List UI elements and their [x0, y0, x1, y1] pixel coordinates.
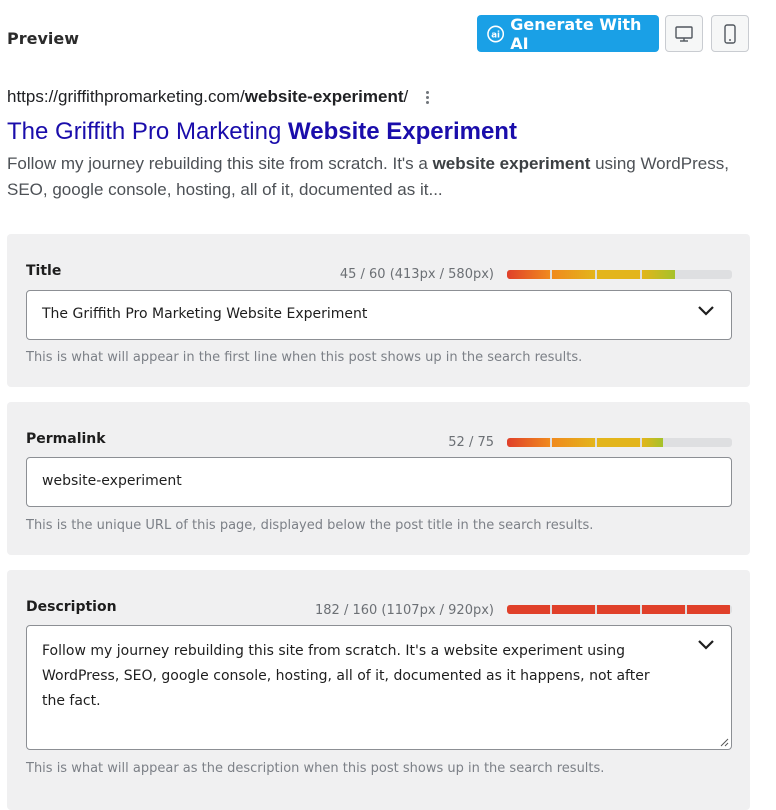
search-result-preview: https://griffithpromarketing.com/website… [7, 86, 767, 203]
desktop-icon [675, 25, 693, 42]
chevron-down-icon[interactable] [697, 638, 715, 650]
title-meter-segment [642, 270, 675, 279]
svg-text:ai: ai [491, 30, 500, 40]
permalink-input[interactable]: website-experiment [26, 457, 732, 507]
serp-url-base: https://griffithpromarketing.com/ [7, 87, 245, 106]
title-field-panel: Title 45 / 60 (413px / 580px) The Griffi… [7, 234, 750, 387]
permalink-length-meter [507, 438, 732, 447]
description-meter-segment [552, 605, 595, 614]
title-input[interactable]: The Griffith Pro Marketing Website Exper… [26, 290, 732, 340]
serp-desc-before: Follow my journey rebuilding this site f… [7, 154, 433, 173]
permalink-meter-segment [552, 438, 595, 447]
description-field-panel: Description 182 / 160 (1107px / 920px) F… [7, 570, 750, 810]
resize-handle-icon[interactable] [720, 738, 729, 747]
title-length-meter [507, 270, 732, 279]
description-label: Description [26, 599, 117, 615]
permalink-counter: 52 / 75 [448, 435, 494, 450]
serp-url-slug: website-experiment [244, 87, 404, 106]
preview-heading: Preview [7, 29, 80, 48]
description-meter-segment [597, 605, 640, 614]
title-counter: 45 / 60 (413px / 580px) [339, 267, 494, 282]
permalink-meter-segment [642, 438, 663, 447]
mobile-preview-button[interactable] [711, 15, 749, 52]
title-meter-segment [677, 270, 720, 279]
description-counter: 182 / 160 (1107px / 920px) [315, 603, 494, 618]
title-meter-segment [507, 270, 550, 279]
title-meter-segment [597, 270, 640, 279]
title-input-value: The Griffith Pro Marketing Website Exper… [42, 306, 368, 322]
permalink-field-panel: Permalink 52 / 75 website-experiment Thi… [7, 402, 750, 555]
permalink-meter-segment [665, 438, 708, 447]
mobile-icon [724, 23, 736, 44]
more-vertical-icon[interactable] [426, 90, 430, 104]
description-meter-segment [642, 605, 685, 614]
description-help-text: This is what will appear as the descript… [26, 761, 605, 776]
generate-button-label: Generate With AI [510, 14, 642, 53]
title-meter-segment [552, 270, 595, 279]
permalink-meter-segment [597, 438, 640, 447]
permalink-label: Permalink [26, 431, 106, 447]
title-help-text: This is what will appear in the first li… [26, 350, 583, 365]
desktop-preview-button[interactable] [665, 15, 703, 52]
description-textarea[interactable]: Follow my journey rebuilding this site f… [26, 625, 732, 750]
serp-title-bold: Website Experiment [288, 118, 517, 145]
title-label: Title [26, 263, 62, 279]
serp-url: https://griffithpromarketing.com/website… [7, 86, 767, 108]
generate-with-ai-button[interactable]: ai Generate With AI [477, 14, 659, 53]
permalink-meter-segment [507, 438, 550, 447]
permalink-input-value: website-experiment [42, 473, 182, 489]
serp-title-plain: The Griffith Pro Marketing [7, 118, 288, 145]
serp-description: Follow my journey rebuilding this site f… [7, 151, 762, 203]
permalink-help-text: This is the unique URL of this page, dis… [26, 518, 594, 533]
serp-desc-bold: website experiment [432, 154, 591, 173]
preview-header: Preview ai Generate With AI [0, 0, 776, 70]
serp-url-trailing: / [403, 87, 409, 106]
chevron-down-icon[interactable] [697, 304, 715, 316]
description-length-meter [507, 605, 732, 614]
description-meter-segment [687, 605, 730, 614]
serp-title: The Griffith Pro Marketing Website Exper… [7, 117, 767, 147]
description-input-value: Follow my journey rebuilding this site f… [42, 643, 650, 709]
ai-sparkle-icon: ai [487, 25, 505, 42]
description-meter-segment [507, 605, 550, 614]
